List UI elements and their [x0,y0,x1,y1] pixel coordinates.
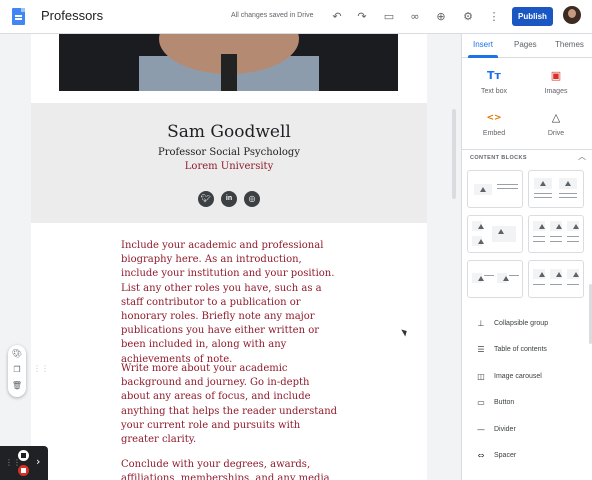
insert-collapsible-group[interactable]: ⊥ Collapsible group [462,312,592,338]
image-icon: ▣ [550,69,562,82]
content-block-image-grid[interactable] [467,215,523,253]
link-icon[interactable]: ∞ [407,9,423,25]
insert-drive[interactable]: △ Drive [531,110,581,137]
profile-section[interactable]: Sam Goodwell Professor Social Psychology… [31,103,427,223]
share-icon[interactable]: ⊕ [433,9,449,25]
canvas-scrollbar[interactable] [452,109,456,199]
insert-panel: Insert Pages Themes Tт Text box ▣ Images… [461,34,592,480]
image-carousel-icon: ◫ [477,372,485,381]
content-block-three-images[interactable] [528,260,584,298]
panel-tabs: Insert Pages Themes [462,34,592,58]
save-status: All changes saved in Drive [231,12,314,19]
publish-button[interactable]: Publish [512,7,553,26]
content-block-image-row[interactable] [467,260,523,298]
pause-button[interactable] [18,450,29,461]
stop-button[interactable] [18,465,29,476]
active-tab-indicator [468,55,498,58]
google-sites-logo-icon[interactable] [12,8,25,25]
duplicate-icon[interactable]: ❐ [11,364,23,376]
collapsible-group-icon: ⊥ [477,319,485,328]
preview-icon[interactable]: ▭ [381,9,397,25]
header-photo[interactable] [59,34,398,91]
settings-icon[interactable]: ⚙ [460,9,476,25]
site-title[interactable]: Professors [41,8,103,23]
embed-icon: <> [486,113,502,123]
content-block-image-text[interactable] [467,170,523,208]
screen-recorder-widget: ⋮⋮ › [0,446,48,480]
profile-name[interactable]: Sam Goodwell [31,122,427,142]
avatar[interactable] [563,6,581,24]
content-block-two-images[interactable] [528,170,584,208]
top-bar: Professors All changes saved in Drive ↶ … [0,0,592,34]
undo-icon[interactable]: ↶ [329,9,345,25]
section-tools: 🎨︎ ❐ 🗑︎ [8,345,26,397]
linkedin-icon[interactable]: in [221,191,237,207]
insert-button[interactable]: ▭ Button [462,391,592,417]
insert-embed[interactable]: <> Embed [469,110,519,137]
content-block-three-columns[interactable] [528,215,584,253]
tab-insert[interactable]: Insert [473,40,493,49]
insert-image-carousel[interactable]: ◫ Image carousel [462,365,592,391]
insert-images[interactable]: ▣ Images [531,68,581,95]
tab-themes[interactable]: Themes [555,40,584,49]
insert-divider[interactable]: — Divider [462,418,592,444]
bio-paragraph-3[interactable]: Conclude with your degrees, awards, affi… [121,458,341,480]
tab-pages[interactable]: Pages [514,40,537,49]
editor-canvas: Sam Goodwell Professor Social Psychology… [0,34,461,480]
profile-role[interactable]: Professor Social Psychology [31,147,427,158]
social-links: 🐦︎ in ◎ [198,191,260,207]
palette-icon[interactable]: 🎨︎ [11,348,23,360]
divider [462,149,592,150]
site-page: Sam Goodwell Professor Social Psychology… [31,34,427,480]
table-of-contents-icon: ☰ [477,345,485,354]
content-blocks-header: CONTENT BLOCKS [470,155,527,161]
bio-paragraph-1[interactable]: Include your academic and professional b… [121,239,341,367]
button-icon: ▭ [477,398,485,407]
twitter-icon[interactable]: 🐦︎ [198,191,214,207]
chevron-right-icon[interactable]: › [36,455,40,468]
drag-handle-icon[interactable]: ⋮⋮ [33,364,49,373]
spacer-icon: ⇔ [477,451,485,460]
insert-table-of-contents[interactable]: ☰ Table of contents [462,338,592,364]
divider-icon: — [477,425,485,434]
insert-spacer[interactable]: ⇔ Spacer [462,444,592,470]
text-box-icon: Tт [487,69,501,82]
instagram-icon[interactable]: ◎ [244,191,260,207]
profile-university[interactable]: Lorem University [31,161,427,172]
redo-icon[interactable]: ↷ [354,9,370,25]
chevron-up-icon[interactable]: ︿ [578,151,586,162]
insert-text-box[interactable]: Tт Text box [469,68,519,95]
more-icon[interactable]: ⋮ [486,9,502,25]
delete-icon[interactable]: 🗑︎ [11,380,23,392]
bio-paragraph-2[interactable]: Write more about your academic backgroun… [121,362,341,447]
drive-icon: △ [551,111,561,124]
